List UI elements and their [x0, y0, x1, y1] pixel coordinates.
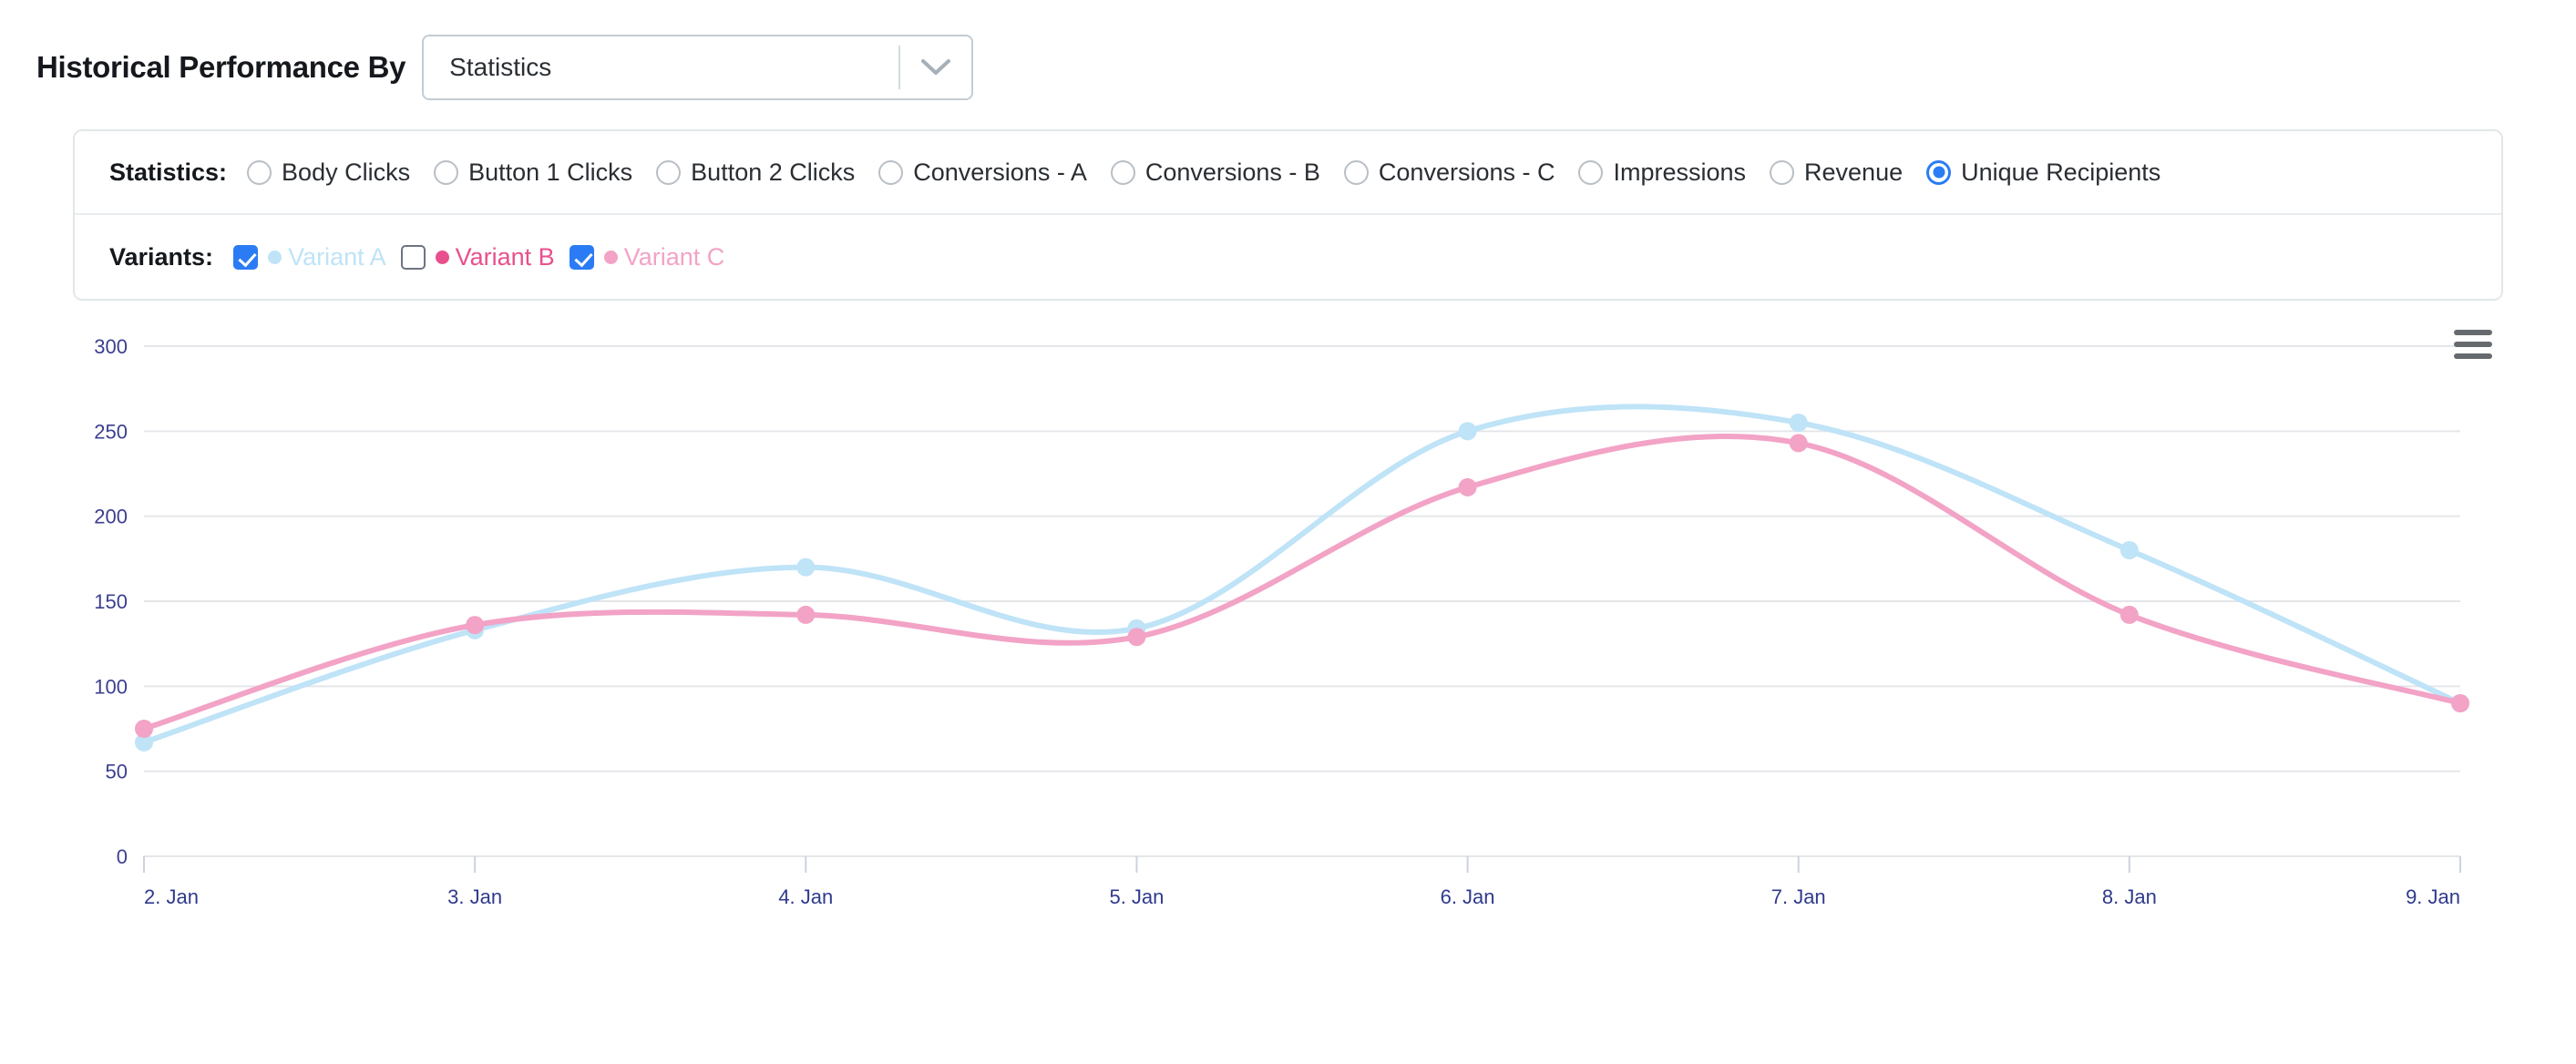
statistics-option-impressions[interactable]: Impressions	[1578, 159, 1746, 187]
hamburger-menu-icon[interactable]	[2454, 326, 2492, 363]
y-axis-tick-label: 50	[106, 761, 128, 783]
y-axis-tick-label: 250	[94, 420, 128, 443]
radio-icon[interactable]	[656, 159, 682, 185]
radio-icon[interactable]	[878, 159, 904, 185]
data-point[interactable]	[135, 720, 153, 738]
statistics-option-unique-recipients[interactable]: Unique Recipients	[1926, 159, 2160, 187]
statistics-option-label: Impressions	[1613, 158, 1747, 186]
variant-option-label: Variant A	[288, 242, 386, 271]
radio-icon[interactable]	[1343, 159, 1369, 185]
statistics-option-label: Conversions - B	[1144, 158, 1320, 186]
variant-color-dot-icon	[435, 250, 449, 264]
x-axis-tick-label: 5. Jan	[1109, 885, 1164, 908]
statistics-option-label: Button 1 Clicks	[468, 158, 633, 186]
data-point[interactable]	[796, 605, 816, 624]
hamburger-bar	[2454, 330, 2492, 335]
variants-filter-label: Variants:	[109, 242, 214, 271]
x-axis-tick-label: 8. Jan	[2102, 885, 2157, 908]
data-point[interactable]	[2451, 694, 2469, 712]
data-point[interactable]	[2119, 605, 2139, 624]
variants-filter-row: Variants: Variant A Variant B Variant C	[75, 215, 2501, 299]
series-line-variant-c	[141, 434, 2463, 732]
hamburger-bar	[2454, 342, 2492, 347]
statistics-filter-label: Statistics:	[109, 158, 228, 186]
filters-panel: Statistics: Body Clicks Button 1 Clicks Bu…	[73, 129, 2503, 301]
page-title: Historical Performance By	[36, 50, 406, 84]
variant-option-variant-b[interactable]: Variant B	[400, 242, 555, 271]
radio-icon[interactable]	[1770, 159, 1795, 185]
statistics-option-conversions-b[interactable]: Conversions - B	[1110, 158, 1320, 187]
y-axis-tick-label: 300	[94, 335, 128, 358]
hamburger-bar	[2454, 353, 2492, 359]
y-axis-tick-label: 200	[94, 506, 128, 528]
y-axis-tick-label: 100	[94, 675, 128, 698]
x-axis-tick-label: 7. Jan	[1771, 885, 1826, 908]
statistics-option-conversions-c[interactable]: Conversions - C	[1343, 158, 1555, 187]
statistics-option-label: Body Clicks	[282, 158, 411, 186]
data-point[interactable]	[1458, 477, 1477, 496]
x-axis-tick-label: 2. Jan	[144, 885, 199, 908]
statistics-option-label: Conversions - C	[1378, 158, 1555, 186]
statistics-option-body-clicks[interactable]: Body Clicks	[247, 159, 410, 187]
statistics-option-label: Revenue	[1804, 158, 1904, 186]
data-point[interactable]	[1789, 414, 1808, 432]
radio-icon[interactable]	[1110, 159, 1135, 185]
checkbox-icon[interactable]	[233, 244, 259, 270]
statistics-option-button-2-clicks[interactable]: Button 2 Clicks	[656, 159, 855, 187]
series-line-variant-a	[141, 404, 2463, 745]
line-chart: 0 50 100 150 200 250 300 2. Jan 3. Jan 4. Jan 5. J…	[94, 335, 2469, 908]
chart-container: 0 50 100 150 200 250 300 2. Jan 3. Jan 4. Jan 5. J…	[73, 310, 2503, 1002]
statistics-filter-row: Statistics: Body Clicks Button 1 Clicks Bu…	[75, 131, 2501, 215]
data-point[interactable]	[2119, 541, 2139, 559]
variant-option-variant-a[interactable]: Variant A	[233, 243, 386, 271]
statistics-option-label: Button 2 Clicks	[691, 158, 856, 186]
data-point[interactable]	[1789, 434, 1808, 453]
data-point[interactable]	[1458, 422, 1477, 441]
variant-color-dot-icon	[268, 250, 282, 264]
page-header: Historical Performance By Statistics	[0, 0, 2576, 107]
y-axis-tick-label: 0	[117, 845, 128, 868]
data-point[interactable]	[796, 558, 816, 577]
x-axis-tick-label: 4. Jan	[778, 885, 833, 908]
data-point[interactable]	[466, 616, 485, 635]
chevron-down-icon[interactable]	[900, 57, 971, 77]
x-axis-tick-label: 6. Jan	[1441, 885, 1495, 908]
variant-option-label: Variant C	[623, 242, 725, 271]
variant-option-label: Variant B	[455, 242, 555, 271]
statistics-radio-group: Body Clicks Button 1 Clicks Button 2 Click…	[247, 159, 2184, 187]
radio-icon[interactable]	[1578, 159, 1604, 185]
radio-icon[interactable]	[247, 159, 272, 185]
variants-checkbox-group: Variant A Variant B Variant C	[233, 243, 739, 271]
statistics-option-button-1-clicks[interactable]: Button 1 Clicks	[434, 159, 632, 187]
statistics-select[interactable]: Statistics	[422, 35, 974, 100]
statistics-option-label: Unique Recipients	[1961, 158, 2161, 186]
checkbox-icon[interactable]	[569, 244, 594, 270]
y-axis-tick-label: 150	[94, 590, 128, 613]
variant-color-dot-icon	[603, 250, 618, 264]
statistics-select-value: Statistics	[449, 53, 552, 81]
statistics-option-revenue[interactable]: Revenue	[1770, 159, 1903, 187]
statistics-option-label: Conversions - A	[913, 158, 1087, 186]
radio-icon[interactable]	[1926, 159, 1952, 185]
variant-option-variant-c[interactable]: Variant C	[569, 242, 725, 271]
x-axis-tick-label: 3. Jan	[447, 885, 502, 908]
data-point[interactable]	[1127, 628, 1146, 647]
radio-icon[interactable]	[434, 159, 459, 185]
x-axis-tick-label: 9. Jan	[2406, 885, 2460, 908]
statistics-option-conversions-a[interactable]: Conversions - A	[878, 159, 1087, 187]
checkbox-icon[interactable]	[400, 244, 426, 270]
